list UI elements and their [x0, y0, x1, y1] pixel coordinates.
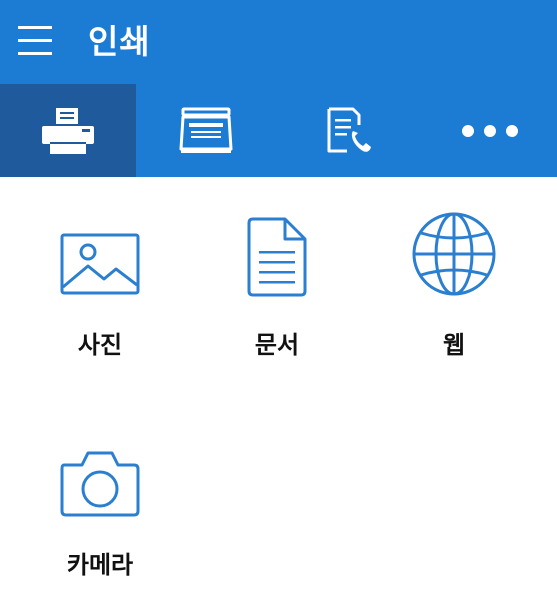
photo-icon [60, 233, 140, 295]
photo-label: 사진 [77, 331, 123, 359]
web-tile[interactable]: 웹 [379, 177, 529, 359]
scanner-icon [179, 107, 233, 153]
photo-tile[interactable]: 사진 [25, 177, 175, 359]
globe-icon [412, 212, 496, 296]
tab-scan[interactable] [136, 84, 276, 177]
page-title: 인쇄 [88, 22, 151, 61]
menu-button[interactable] [18, 24, 56, 58]
mode-tab-bar [0, 84, 557, 177]
printer-icon [42, 107, 94, 154]
document-icon [247, 217, 307, 297]
camera-label: 카메라 [66, 551, 134, 579]
hamburger-menu-icon [18, 26, 52, 55]
more-dots-icon [461, 124, 518, 137]
tab-more[interactable] [422, 84, 557, 177]
camera-icon [60, 451, 140, 517]
web-label: 웹 [442, 331, 466, 359]
app-header: 인쇄 [0, 0, 557, 84]
document-label: 문서 [254, 331, 300, 359]
fax-document-icon [327, 107, 371, 152]
tab-print[interactable] [0, 84, 136, 177]
camera-tile[interactable]: 카메라 [25, 397, 175, 579]
document-tile[interactable]: 문서 [202, 177, 352, 359]
print-source-grid: 사진 문서 웹 카메라 [0, 177, 557, 591]
tab-fax[interactable] [276, 84, 422, 177]
